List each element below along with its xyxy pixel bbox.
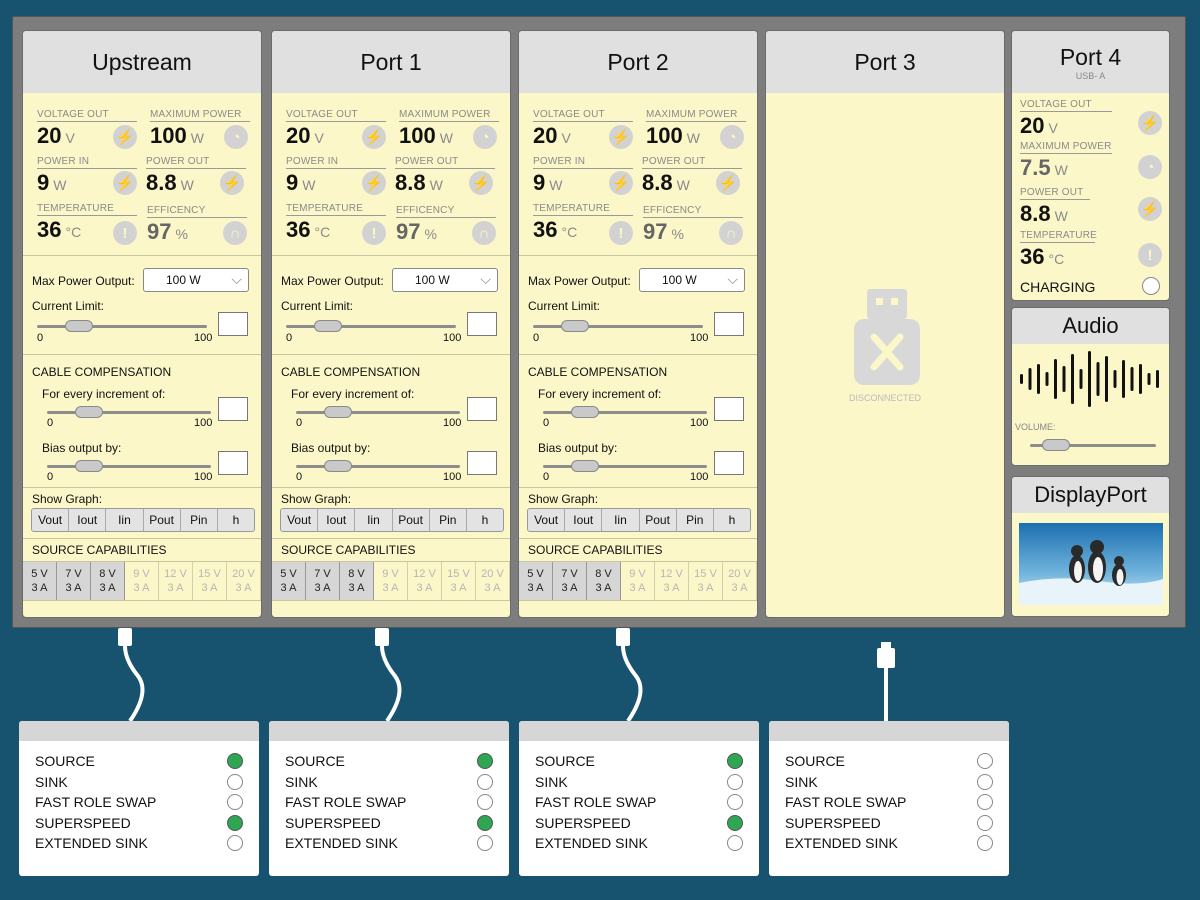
capability-row: EXTENDED SINK — [35, 835, 243, 851]
usb-c-cable — [118, 628, 145, 723]
status-indicator — [227, 835, 243, 851]
device-card: SOURCE SINK FAST ROLE SWAP SUPERSPEED EX… — [519, 721, 759, 876]
capability-label: FAST ROLE SWAP — [785, 794, 907, 810]
capability-row: SOURCE — [785, 753, 993, 769]
capability-row: FAST ROLE SWAP — [535, 794, 743, 810]
capability-label: SOURCE — [535, 753, 595, 769]
capability-label: SINK — [785, 773, 818, 790]
capability-label: EXTENDED SINK — [535, 835, 648, 851]
capability-label: EXTENDED SINK — [785, 835, 898, 851]
capability-label: SINK — [285, 773, 318, 790]
status-indicator — [227, 773, 243, 790]
capability-label: EXTENDED SINK — [35, 835, 148, 851]
capability-label: SUPERSPEED — [285, 814, 381, 831]
status-indicator — [727, 753, 743, 769]
capability-row: SOURCE — [285, 753, 493, 769]
usb-c-cable — [375, 628, 402, 723]
capability-row: SOURCE — [535, 753, 743, 769]
capability-label: FAST ROLE SWAP — [535, 794, 657, 810]
capability-row: SUPERSPEED — [35, 814, 243, 831]
capability-label: FAST ROLE SWAP — [35, 794, 157, 810]
status-indicator — [477, 814, 493, 831]
capability-label: FAST ROLE SWAP — [285, 794, 407, 810]
capability-row: SUPERSPEED — [785, 814, 993, 831]
device-card: SOURCE SINK FAST ROLE SWAP SUPERSPEED EX… — [769, 721, 1009, 876]
status-indicator — [977, 794, 993, 810]
capability-row: FAST ROLE SWAP — [35, 794, 243, 810]
usb-a-cable — [877, 642, 895, 721]
status-indicator — [227, 814, 243, 831]
capability-row: SOURCE — [35, 753, 243, 769]
capability-label: SUPERSPEED — [535, 814, 631, 831]
status-indicator — [477, 794, 493, 810]
status-indicator — [727, 773, 743, 790]
status-indicator — [477, 753, 493, 769]
capability-row: FAST ROLE SWAP — [785, 794, 993, 810]
capability-row: SUPERSPEED — [285, 814, 493, 831]
card-header — [269, 721, 509, 741]
capability-label: SUPERSPEED — [785, 814, 881, 831]
capability-row: SINK — [785, 773, 993, 790]
status-indicator — [977, 773, 993, 790]
capability-row: EXTENDED SINK — [285, 835, 493, 851]
capability-row: EXTENDED SINK — [785, 835, 993, 851]
status-indicator — [227, 753, 243, 769]
capability-label: EXTENDED SINK — [285, 835, 398, 851]
capability-label: SOURCE — [35, 753, 95, 769]
usb-c-cable — [616, 628, 643, 723]
status-indicator — [977, 753, 993, 769]
capability-row: SUPERSPEED — [535, 814, 743, 831]
capability-row: SINK — [285, 773, 493, 790]
status-indicator — [227, 794, 243, 810]
card-header — [769, 721, 1009, 741]
capability-label: SUPERSPEED — [35, 814, 131, 831]
capability-row: EXTENDED SINK — [535, 835, 743, 851]
capability-row: SINK — [35, 773, 243, 790]
status-indicator — [727, 814, 743, 831]
capability-label: SINK — [35, 773, 68, 790]
status-indicator — [727, 835, 743, 851]
capability-row: FAST ROLE SWAP — [285, 794, 493, 810]
status-indicator — [727, 794, 743, 810]
capability-row: SINK — [535, 773, 743, 790]
device-card: SOURCE SINK FAST ROLE SWAP SUPERSPEED EX… — [269, 721, 509, 876]
capability-label: SOURCE — [785, 753, 845, 769]
capability-label: SOURCE — [285, 753, 345, 769]
status-indicator — [977, 835, 993, 851]
card-header — [519, 721, 759, 741]
card-header — [19, 721, 259, 741]
capability-label: SINK — [535, 773, 568, 790]
status-indicator — [477, 773, 493, 790]
device-card: SOURCE SINK FAST ROLE SWAP SUPERSPEED EX… — [19, 721, 259, 876]
status-indicator — [477, 835, 493, 851]
status-indicator — [977, 814, 993, 831]
